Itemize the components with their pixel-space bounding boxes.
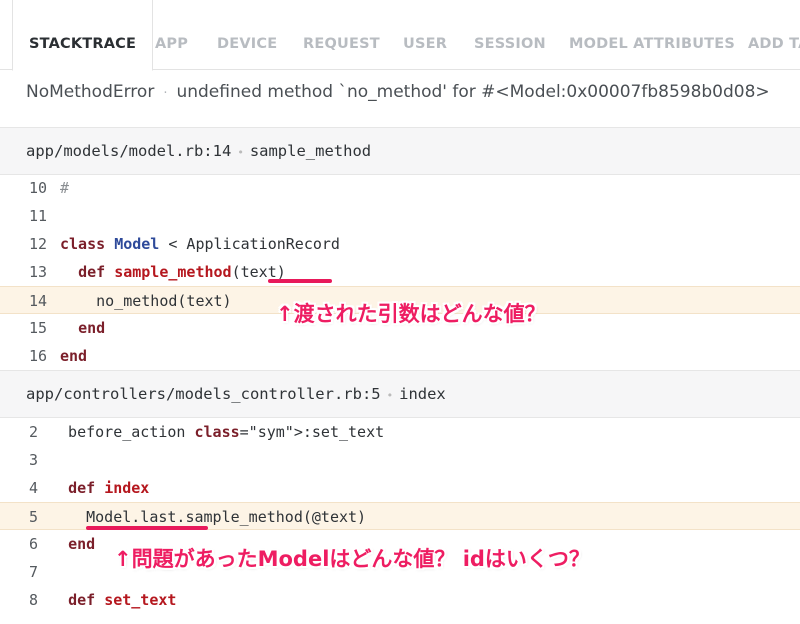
frame-header-model[interactable]: app/models/model.rb:14 • sample_method [0,127,800,175]
code-text: def index [68,479,150,497]
code-block-controller: 2 before_action class="sym">:set_text 3 … [0,418,800,614]
line-number: 11 [29,207,48,225]
frame-method: index [399,385,446,403]
code-text: def sample_method(text) [78,263,286,281]
code-line: 8 def set_text [0,586,800,614]
tab-bar: STACKTRACE APP DEVICE REQUEST USER SESSI… [0,0,800,71]
underline-marker-text-arg [268,279,332,283]
code-line: 2 before_action class="sym">:set_text [0,418,800,446]
line-number: 4 [29,479,39,497]
code-text: Model.last.sample_method(@text) [50,508,367,526]
code-line: 10 # [0,174,800,202]
line-number: 14 [29,292,48,310]
error-separator: · [163,86,168,101]
error-summary: NoMethodError · undefined method `no_metho… [26,80,770,104]
frame-file: app/controllers/models_controller.rb:5 [26,385,381,403]
code-line: 11 [0,202,800,230]
code-text: end [60,347,88,365]
tab-add-tab[interactable]: ADD TA [748,0,800,70]
code-line: 4 def index [0,474,800,502]
line-number: 12 [29,235,48,253]
tab-device[interactable]: DEVICE [217,0,277,70]
line-number: 13 [29,263,48,281]
line-number: 15 [29,319,48,337]
line-number: 5 [29,508,39,526]
tab-stacktrace[interactable]: STACKTRACE [12,0,154,71]
frame-dot: • [237,146,244,159]
code-line: 13 def sample_method(text) [0,258,800,286]
underline-marker-model-last [86,526,208,530]
tab-request[interactable]: REQUEST [303,0,380,70]
line-number: 3 [29,451,39,469]
error-class: NoMethodError [26,82,155,102]
frame-dot: • [386,389,394,402]
annotation-model-value: ↑問題があったModelはどんな値？ idはいくつ？ [114,547,590,571]
line-number: 6 [29,535,39,553]
tab-user[interactable]: USER [403,0,447,70]
tab-model-attributes[interactable]: MODEL ATTRIBUTES [569,0,735,70]
code-text: before_action class="sym">:set_text [50,423,385,441]
error-message: undefined method `no_method' for #<Model… [176,82,770,102]
frame-method: sample_method [249,142,372,160]
code-text: def set_text [68,591,177,609]
code-text: end [68,535,96,553]
code-text: end [78,319,106,337]
code-block-model: 10 # 11 12 class Model < ApplicationRecord… [0,174,800,370]
code-text: class Model < ApplicationRecord [60,235,340,253]
frame-header-controller[interactable]: app/controllers/models_controller.rb:5 • i… [0,370,800,418]
tab-app[interactable]: APP [155,0,188,70]
code-line: 3 [0,446,800,474]
line-number: 8 [29,591,39,609]
code-text: # [60,179,70,197]
line-number: 16 [29,347,48,365]
code-line: 16 end [0,342,800,370]
frame-file: app/models/model.rb:14 [26,142,232,160]
line-number: 10 [29,179,48,197]
tab-session[interactable]: SESSION [474,0,546,70]
code-text: no_method(text) [60,292,232,310]
line-number: 7 [29,563,39,581]
annotation-argument-value: ↑渡された引数はどんな値？ [276,302,546,326]
code-line: 12 class Model < ApplicationRecord [0,230,800,258]
line-number: 2 [29,423,39,441]
